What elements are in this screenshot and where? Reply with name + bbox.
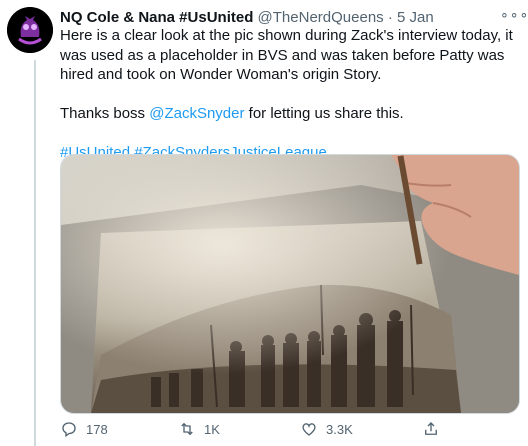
thread-line [34,60,36,446]
mention-link[interactable]: @ZackSnyder [149,105,244,122]
reply-icon [62,422,76,438]
author-name[interactable]: NQ Cole & Nana #UsUnited [60,9,253,26]
thanks-prefix: Thanks boss [60,105,150,122]
photo-of-tintype-photograph [61,155,519,413]
retweet-icon [181,422,193,436]
author-handle[interactable]: @TheNerdQueens [258,9,384,26]
tweet-actions: 178 1K 3.3K [60,420,520,442]
reply-count: 178 [86,421,108,437]
more-options-icon[interactable]: ∘∘∘ [500,6,528,23]
tweet-thanks-line: Thanks boss @ZackSnyder for letting us s… [60,104,520,124]
tweet-text: Here is a clear look at the pic shown du… [60,26,520,163]
tweet-paragraph: Here is a clear look at the pic shown du… [60,27,513,83]
share-button[interactable] [422,420,448,438]
reply-button[interactable]: 178 [60,420,108,438]
tweet-date[interactable]: 5 Jan [397,9,434,26]
tweet-header: NQ Cole & Nana #UsUnited @TheNerdQueens … [60,9,434,26]
retweet-button[interactable]: 1K [178,420,220,438]
header-separator: · [387,9,393,26]
thanks-suffix: for letting us share this. [244,105,404,122]
like-button[interactable]: 3.3K [300,420,353,438]
tweet-media[interactable] [60,154,520,414]
avatar-logo-icon [7,7,53,53]
share-icon [425,422,437,435]
like-count: 3.3K [326,421,353,437]
avatar[interactable] [7,7,53,53]
heart-icon [302,423,316,436]
retweet-count: 1K [204,421,220,437]
